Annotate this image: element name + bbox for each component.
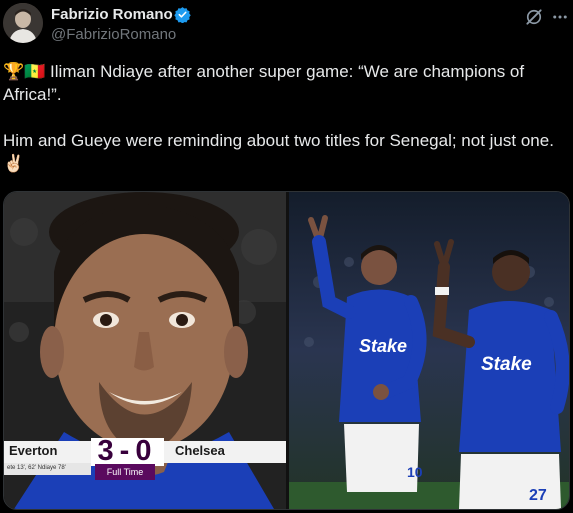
shirt-number-left: 10 [407, 464, 423, 480]
tweet-line-1: 🏆🇸🇳 Iliman Ndiaye after another super ga… [3, 62, 525, 104]
tweet-line-2: Him and Gueye were reminding about two t… [3, 131, 554, 173]
verified-badge-icon [174, 7, 191, 23]
sponsor-right: Stake [481, 354, 532, 375]
tweet-text: 🏆🇸🇳 Iliman Ndiaye after another super ga… [3, 60, 563, 175]
shirt-number-right: 27 [529, 487, 547, 504]
more-icon[interactable] [551, 7, 569, 27]
home-team: Everton [9, 443, 58, 458]
goal-scorers: ete 13', 62' Ndiaye 78' [4, 463, 91, 475]
away-team: Chelsea [175, 443, 225, 458]
grok-icon[interactable] [524, 7, 544, 27]
photo-celebration[interactable]: Stake 10 Stake 27 [289, 192, 569, 509]
full-time-label: Full Time [95, 464, 155, 480]
photo-right-illustration: Stake 10 Stake 27 [289, 192, 569, 509]
photo-ndiaye-interview[interactable]: Everton 3-0 Chelsea ete 13', 62' Ndiaye … [4, 192, 286, 509]
scoreboard: Everton 3-0 Chelsea ete 13', 62' Ndiaye … [4, 435, 286, 484]
author-name[interactable]: Fabrizio Romano [51, 6, 173, 23]
avatar[interactable] [3, 3, 43, 43]
sponsor-left: Stake [359, 336, 407, 356]
author-handle[interactable]: @FabrizioRomano [51, 26, 176, 43]
tweet[interactable]: Fabrizio Romano @FabrizioRomano 🏆🇸🇳 Ilim… [0, 0, 573, 513]
media-grid[interactable]: Everton 3-0 Chelsea ete 13', 62' Ndiaye … [3, 191, 570, 510]
